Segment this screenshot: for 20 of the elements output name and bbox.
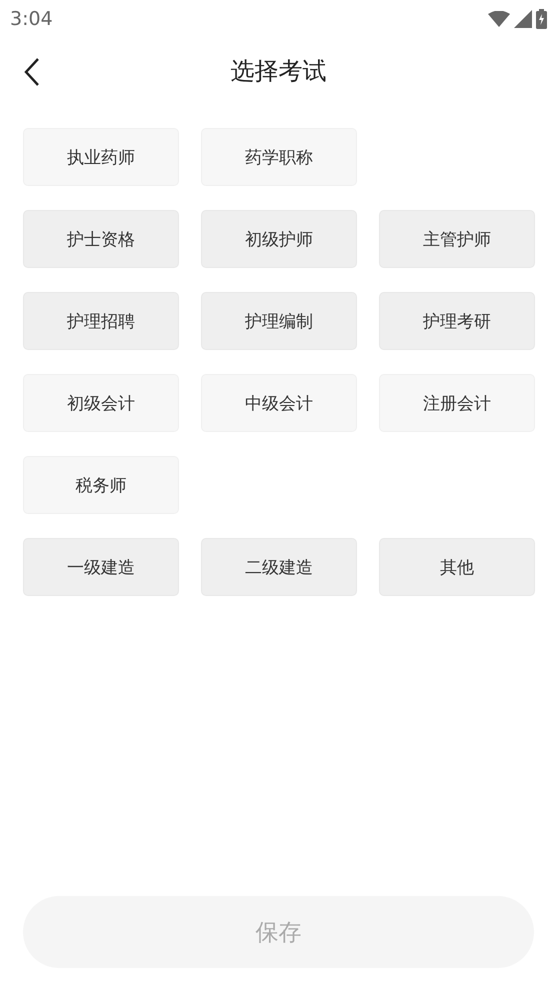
exam-option[interactable]: 初级会计 [23,374,179,432]
exam-option[interactable]: 中级会计 [201,374,357,432]
exam-option[interactable]: 主管护师 [379,210,535,268]
exam-option[interactable]: 初级护师 [201,210,357,268]
exam-option[interactable]: 注册会计 [379,374,535,432]
exam-option[interactable]: 执业药师 [23,128,179,186]
page-title: 选择考试 [230,56,326,87]
signal-icon [514,10,532,28]
exam-option[interactable]: 护理招聘 [23,292,179,350]
exam-option[interactable]: 二级建造 [201,538,357,596]
exam-option[interactable]: 护士资格 [23,210,179,268]
status-time: 3:04 [10,8,53,30]
exam-option[interactable]: 一级建造 [23,538,179,596]
battery-icon [536,9,547,29]
exam-option[interactable]: 护理编制 [201,292,357,350]
exam-option[interactable]: 税务师 [23,456,179,514]
exam-option[interactable]: 药学职称 [201,128,357,186]
wifi-icon [488,11,510,27]
exam-option[interactable]: 护理考研 [379,292,535,350]
exam-option[interactable]: 其他 [379,538,535,596]
